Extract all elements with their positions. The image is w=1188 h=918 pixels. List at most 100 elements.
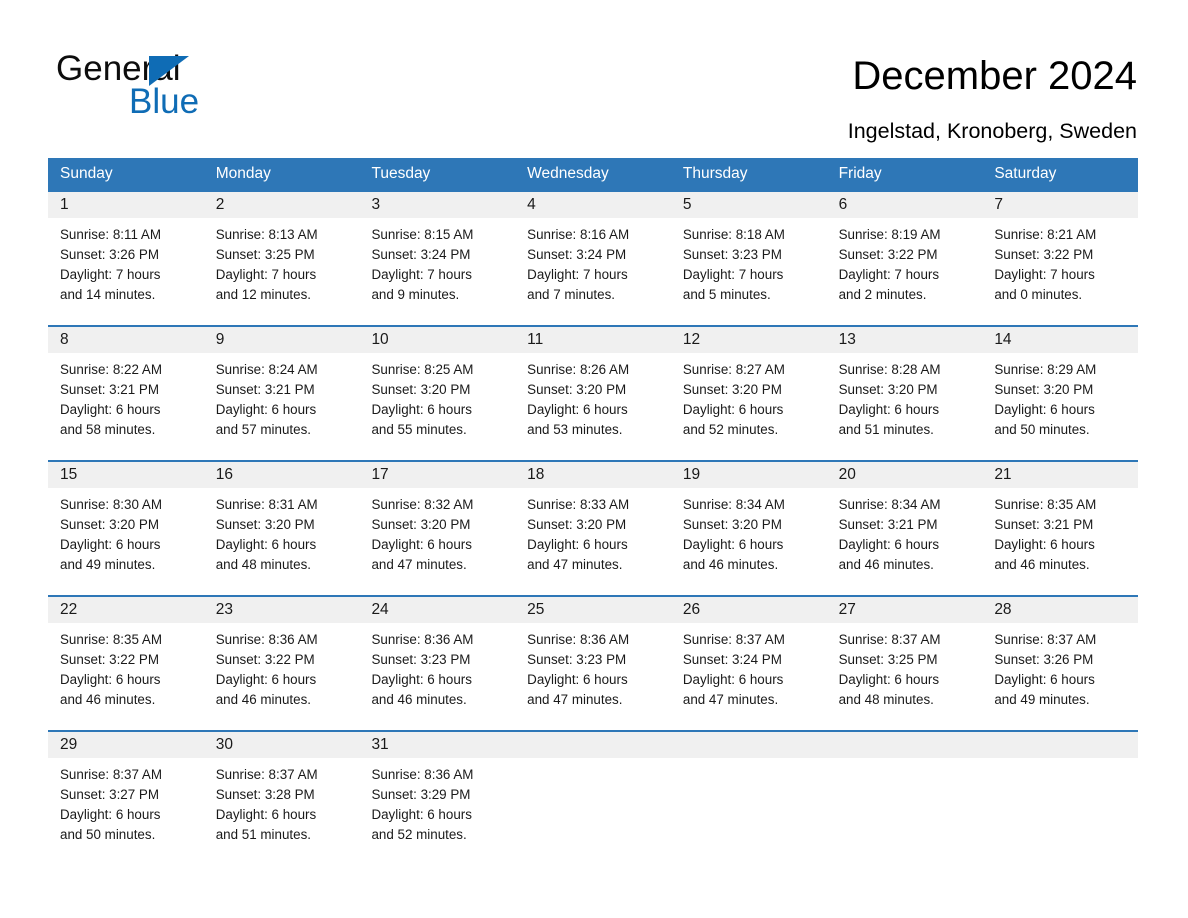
daylight-text-line2: and 51 minutes. <box>838 422 934 437</box>
day-cell[interactable]: Sunrise: 8:37 AM Sunset: 3:27 PM Dayligh… <box>48 758 204 865</box>
day-number[interactable]: 24 <box>359 597 515 623</box>
day-number[interactable]: 21 <box>982 462 1138 488</box>
day-cell[interactable]: Sunrise: 8:33 AM Sunset: 3:20 PM Dayligh… <box>515 488 671 595</box>
day-cell-empty <box>515 758 671 865</box>
day-cell[interactable]: Sunrise: 8:36 AM Sunset: 3:23 PM Dayligh… <box>515 623 671 730</box>
day-cell[interactable]: Sunrise: 8:31 AM Sunset: 3:20 PM Dayligh… <box>204 488 360 595</box>
daylight-text-line2: and 50 minutes. <box>994 422 1090 437</box>
day-number[interactable]: 31 <box>359 732 515 758</box>
generalblue-logo[interactable]: General Blue <box>56 50 316 122</box>
sunset-text: Sunset: 3:23 PM <box>371 652 471 667</box>
sunset-text: Sunset: 3:24 PM <box>527 247 627 262</box>
day-cell[interactable]: Sunrise: 8:28 AM Sunset: 3:20 PM Dayligh… <box>827 353 983 460</box>
logo-text-blue: Blue <box>129 82 200 121</box>
sunset-text: Sunset: 3:21 PM <box>60 382 159 397</box>
sunrise-text: Sunrise: 8:30 AM <box>60 497 162 512</box>
sunset-text: Sunset: 3:20 PM <box>371 382 471 397</box>
day-cell-empty <box>671 758 827 865</box>
sunrise-text: Sunrise: 8:37 AM <box>215 767 318 782</box>
day-cell[interactable]: Sunrise: 8:25 AM Sunset: 3:20 PM Dayligh… <box>359 353 515 460</box>
daylight-text-line1: Daylight: 7 hours <box>527 267 628 282</box>
daylight-text-line2: and 7 minutes. <box>527 287 615 302</box>
day-number[interactable]: 27 <box>827 597 983 623</box>
day-cell[interactable]: Sunrise: 8:11 AM Sunset: 3:26 PM Dayligh… <box>48 218 204 325</box>
day-number[interactable]: 9 <box>204 327 360 353</box>
day-number[interactable]: 6 <box>827 192 983 218</box>
day-cell[interactable]: Sunrise: 8:26 AM Sunset: 3:20 PM Dayligh… <box>515 353 671 460</box>
sunset-text: Sunset: 3:20 PM <box>60 517 159 532</box>
day-cell[interactable]: Sunrise: 8:18 AM Sunset: 3:23 PM Dayligh… <box>671 218 827 325</box>
day-cell[interactable]: Sunrise: 8:34 AM Sunset: 3:21 PM Dayligh… <box>827 488 983 595</box>
day-cell[interactable]: Sunrise: 8:27 AM Sunset: 3:20 PM Dayligh… <box>671 353 827 460</box>
day-number[interactable]: 19 <box>671 462 827 488</box>
day-number[interactable]: 30 <box>204 732 360 758</box>
page-title: December 2024 <box>852 54 1137 98</box>
day-cell[interactable]: Sunrise: 8:34 AM Sunset: 3:20 PM Dayligh… <box>671 488 827 595</box>
daylight-text-line2: and 48 minutes. <box>215 557 312 572</box>
daylight-text-line1: Daylight: 6 hours <box>994 672 1095 687</box>
day-cell[interactable]: Sunrise: 8:35 AM Sunset: 3:21 PM Dayligh… <box>982 488 1138 595</box>
sunset-text: Sunset: 3:27 PM <box>60 787 159 802</box>
day-cell[interactable]: Sunrise: 8:15 AM Sunset: 3:24 PM Dayligh… <box>359 218 515 325</box>
day-cell[interactable]: Sunrise: 8:19 AM Sunset: 3:22 PM Dayligh… <box>827 218 983 325</box>
page-header: General Blue December 2024 Ingelstad, Kr… <box>0 0 1188 158</box>
day-number[interactable]: 13 <box>827 327 983 353</box>
daylight-text-line2: and 2 minutes. <box>838 287 927 302</box>
day-cell[interactable]: Sunrise: 8:24 AM Sunset: 3:21 PM Dayligh… <box>204 353 360 460</box>
day-number[interactable]: 22 <box>48 597 204 623</box>
daylight-text-line1: Daylight: 6 hours <box>994 402 1095 417</box>
day-cell[interactable]: Sunrise: 8:37 AM Sunset: 3:28 PM Dayligh… <box>204 758 360 865</box>
day-cell[interactable]: Sunrise: 8:35 AM Sunset: 3:22 PM Dayligh… <box>48 623 204 730</box>
day-number[interactable]: 15 <box>48 462 204 488</box>
day-cell[interactable]: Sunrise: 8:22 AM Sunset: 3:21 PM Dayligh… <box>48 353 204 460</box>
daylight-text-line2: and 48 minutes. <box>838 692 934 707</box>
day-number[interactable]: 18 <box>515 462 671 488</box>
daylight-text-line1: Daylight: 6 hours <box>60 807 161 822</box>
day-number[interactable]: 5 <box>671 192 827 218</box>
day-cell[interactable]: Sunrise: 8:36 AM Sunset: 3:29 PM Dayligh… <box>359 758 515 865</box>
day-cell[interactable]: Sunrise: 8:16 AM Sunset: 3:24 PM Dayligh… <box>515 218 671 325</box>
day-cell[interactable]: Sunrise: 8:29 AM Sunset: 3:20 PM Dayligh… <box>982 353 1138 460</box>
day-number[interactable]: 3 <box>359 192 515 218</box>
day-number[interactable]: 2 <box>204 192 360 218</box>
day-number[interactable]: 20 <box>827 462 983 488</box>
weekday-header-thursday: Thursday <box>682 165 748 182</box>
weekday-header-monday: Monday <box>215 165 271 182</box>
day-number[interactable]: 12 <box>671 327 827 353</box>
day-number-empty <box>515 732 671 758</box>
day-cell[interactable]: Sunrise: 8:32 AM Sunset: 3:20 PM Dayligh… <box>359 488 515 595</box>
day-cell[interactable]: Sunrise: 8:30 AM Sunset: 3:20 PM Dayligh… <box>48 488 204 595</box>
day-cell[interactable]: Sunrise: 8:36 AM Sunset: 3:22 PM Dayligh… <box>204 623 360 730</box>
day-number[interactable]: 10 <box>359 327 515 353</box>
day-cell[interactable]: Sunrise: 8:37 AM Sunset: 3:25 PM Dayligh… <box>827 623 983 730</box>
sunset-text: Sunset: 3:22 PM <box>60 652 159 667</box>
day-cell[interactable]: Sunrise: 8:13 AM Sunset: 3:25 PM Dayligh… <box>204 218 360 325</box>
day-number[interactable]: 8 <box>48 327 204 353</box>
day-number[interactable]: 11 <box>515 327 671 353</box>
sunset-text: Sunset: 3:20 PM <box>215 517 315 532</box>
daylight-text-line1: Daylight: 6 hours <box>371 807 472 822</box>
day-number[interactable]: 23 <box>204 597 360 623</box>
day-number[interactable]: 28 <box>982 597 1138 623</box>
day-number[interactable]: 26 <box>671 597 827 623</box>
day-number[interactable]: 4 <box>515 192 671 218</box>
daylight-text-line2: and 0 minutes. <box>994 287 1083 302</box>
day-number[interactable]: 17 <box>359 462 515 488</box>
day-number[interactable]: 14 <box>982 327 1138 353</box>
day-cell[interactable]: Sunrise: 8:21 AM Sunset: 3:22 PM Dayligh… <box>982 218 1138 325</box>
day-number[interactable]: 16 <box>204 462 360 488</box>
daylight-text-line1: Daylight: 6 hours <box>527 402 628 417</box>
day-cell[interactable]: Sunrise: 8:36 AM Sunset: 3:23 PM Dayligh… <box>359 623 515 730</box>
daylight-text-line1: Daylight: 6 hours <box>527 672 628 687</box>
daylight-text-line2: and 46 minutes. <box>371 692 467 707</box>
day-cell[interactable]: Sunrise: 8:37 AM Sunset: 3:26 PM Dayligh… <box>982 623 1138 730</box>
weekday-header-friday: Friday <box>838 165 882 182</box>
day-number[interactable]: 25 <box>515 597 671 623</box>
sunrise-text: Sunrise: 8:36 AM <box>371 632 474 647</box>
day-number[interactable]: 7 <box>982 192 1138 218</box>
day-cell[interactable]: Sunrise: 8:37 AM Sunset: 3:24 PM Dayligh… <box>671 623 827 730</box>
day-number[interactable]: 1 <box>48 192 204 218</box>
day-number[interactable]: 29 <box>48 732 204 758</box>
daylight-text-line1: Daylight: 6 hours <box>838 537 940 552</box>
sunset-text: Sunset: 3:23 PM <box>682 247 782 262</box>
